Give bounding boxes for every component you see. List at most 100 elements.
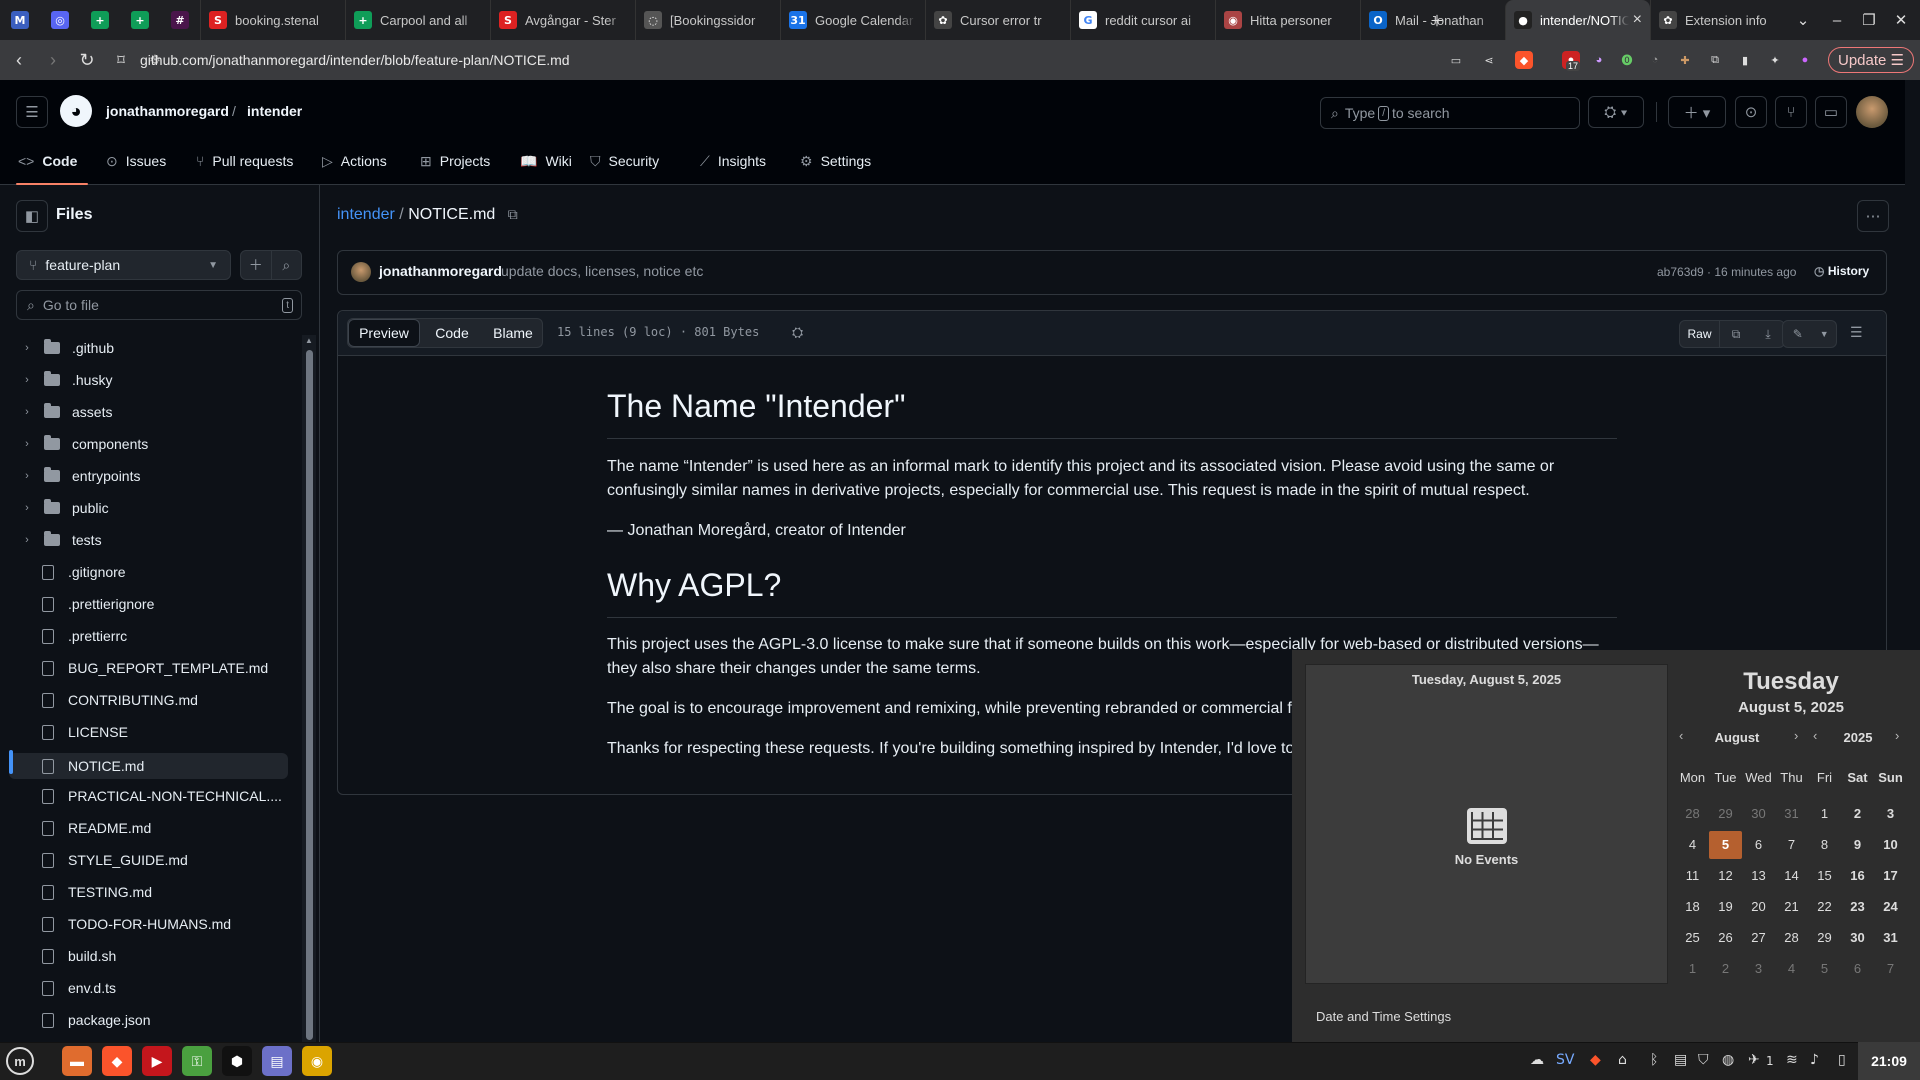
chevron-right-icon[interactable]: ›: [20, 502, 34, 514]
tab-projects[interactable]: ⊞ Projects: [420, 150, 490, 172]
copy-path-icon[interactable]: ⧉: [508, 206, 518, 222]
calendar-day[interactable]: 30: [1841, 924, 1874, 952]
copy-icon[interactable]: ⧉: [1720, 327, 1752, 342]
bookmark-icon[interactable]: ⌑: [106, 45, 136, 75]
issues-icon[interactable]: ⊙: [1735, 96, 1767, 128]
pinned-tab[interactable]: M: [0, 0, 40, 40]
text-editor-icon[interactable]: ▤: [262, 1046, 292, 1076]
calendar-day[interactable]: 4: [1676, 831, 1709, 859]
browser-tab[interactable]: ◉ Hitta personer: [1215, 0, 1360, 40]
outline-icon[interactable]: ☰: [1850, 324, 1863, 341]
pinned-tab[interactable]: #: [160, 0, 200, 40]
browser-tab[interactable]: ● intender/NOTICE.md×: [1505, 0, 1650, 40]
calendar-day[interactable]: 31: [1874, 924, 1907, 952]
bluetooth-icon[interactable]: ᛒ: [1650, 1052, 1658, 1068]
calendar-day[interactable]: 7: [1775, 831, 1808, 859]
calendar-day[interactable]: 6: [1742, 831, 1775, 859]
calendar-day[interactable]: 2: [1841, 800, 1874, 828]
author-avatar[interactable]: [351, 262, 371, 282]
tree-folder[interactable]: › .github: [0, 333, 300, 363]
tab-issues[interactable]: ⊙ Issues: [106, 150, 166, 172]
update-button[interactable]: Update ☰: [1828, 47, 1914, 73]
calendar-day[interactable]: 28: [1676, 800, 1709, 828]
tab-wiki[interactable]: 📖 Wiki: [520, 150, 572, 172]
calendar-day[interactable]: 16: [1841, 862, 1874, 890]
calendar-day[interactable]: 6: [1841, 955, 1874, 983]
repo-breadcrumb-link[interactable]: intender: [337, 206, 395, 223]
calendar-day[interactable]: 18: [1676, 893, 1709, 921]
tree-file[interactable]: env.d.ts: [0, 973, 300, 1003]
avatar[interactable]: [1856, 96, 1888, 128]
brave-tray-icon[interactable]: ◆: [1590, 1052, 1601, 1068]
browser-tab[interactable]: ◌ [Bookingssidor: [635, 0, 780, 40]
tree-folder[interactable]: › assets: [0, 397, 300, 427]
calendar-day[interactable]: 22: [1808, 893, 1841, 921]
tree-folder[interactable]: › tests: [0, 525, 300, 555]
tree-folder[interactable]: › components: [0, 429, 300, 459]
caret-down-icon[interactable]: ▼: [1812, 329, 1836, 339]
calendar-day[interactable]: 13: [1742, 862, 1775, 890]
edit-icon[interactable]: ✎: [1783, 327, 1812, 341]
browser-tab[interactable]: ✿ Cursor error tr: [925, 0, 1070, 40]
chevron-right-icon[interactable]: ›: [20, 406, 34, 418]
back-icon[interactable]: ‹: [4, 45, 34, 75]
pinned-tab[interactable]: +: [80, 0, 120, 40]
calendar-day[interactable]: 12: [1709, 862, 1742, 890]
tray-app-icon[interactable]: ◍: [1722, 1052, 1734, 1068]
calendar-day[interactable]: 1: [1808, 800, 1841, 828]
tree-file[interactable]: PRACTICAL-NON-TECHNICAL....: [0, 781, 300, 811]
calendar-day[interactable]: 31: [1775, 800, 1808, 828]
download-icon[interactable]: ⤓: [1752, 327, 1784, 342]
browser-tab[interactable]: Greddit cursor ai: [1070, 0, 1215, 40]
scroll-up-icon[interactable]: ▲: [305, 336, 313, 345]
pinned-tab[interactable]: +: [120, 0, 160, 40]
extension-icon[interactable]: ⓿: [1618, 51, 1636, 69]
tab-pull-requests[interactable]: ⑂ Pull requests: [196, 150, 293, 172]
tree-file[interactable]: .prettierrc: [0, 621, 300, 651]
tree-file[interactable]: BUG_REPORT_TEMPLATE.md: [0, 653, 300, 683]
inbox-icon[interactable]: ▭: [1815, 96, 1847, 128]
repo-owner-link[interactable]: jonathanmoregard: [106, 103, 229, 119]
pull-requests-icon[interactable]: ⑂: [1775, 96, 1807, 128]
prev-year-icon[interactable]: ‹: [1813, 728, 1817, 743]
repo-name-link[interactable]: intender: [247, 103, 302, 119]
tab-settings[interactable]: ⚙ Settings: [800, 150, 871, 172]
terminal-icon[interactable]: ▶: [142, 1046, 172, 1076]
notifications-icon[interactable]: ✈: [1748, 1052, 1760, 1068]
close-window-button[interactable]: ✕: [1884, 0, 1918, 40]
minimize-button[interactable]: –: [1820, 0, 1854, 40]
share-icon[interactable]: ⋖: [1480, 51, 1498, 69]
calendar-day[interactable]: 29: [1709, 800, 1742, 828]
shield-tray-icon[interactable]: ⛉: [1698, 1052, 1709, 1068]
browser-tab[interactable]: S Avgångar - Ster: [490, 0, 635, 40]
tab-insights[interactable]: ⟋ Insights: [700, 150, 766, 172]
calendar-day[interactable]: 25: [1676, 924, 1709, 952]
tree-file[interactable]: NOTICE.md: [9, 753, 288, 779]
calendar-day[interactable]: 19: [1709, 893, 1742, 921]
tree-folder[interactable]: › public: [0, 493, 300, 523]
calendar-day[interactable]: 27: [1742, 924, 1775, 952]
extension-icon[interactable]: ◔: [1646, 51, 1664, 69]
cursor-icon[interactable]: ⬢: [222, 1046, 252, 1076]
add-file-icon[interactable]: ＋: [241, 251, 272, 279]
leo-ai-icon[interactable]: ✦: [1766, 51, 1784, 69]
tree-file[interactable]: STYLE_GUIDE.md: [0, 845, 300, 875]
brave-shields-icon[interactable]: ◆: [1515, 51, 1533, 69]
tab-code[interactable]: Code: [421, 319, 483, 347]
calendar-day[interactable]: 10: [1874, 831, 1907, 859]
calendar-day[interactable]: 4: [1775, 955, 1808, 983]
calendar-day[interactable]: 15: [1808, 862, 1841, 890]
calendar-day[interactable]: 26: [1709, 924, 1742, 952]
copilot-icon[interactable]: ⛭ ▾: [1588, 96, 1644, 128]
calendar-day[interactable]: 3: [1874, 800, 1907, 828]
power-icon[interactable]: ▯: [1838, 1052, 1846, 1068]
prev-month-icon[interactable]: ‹: [1679, 728, 1683, 743]
chevron-right-icon[interactable]: ›: [20, 470, 34, 482]
next-year-icon[interactable]: ›: [1895, 728, 1899, 743]
start-menu-icon[interactable]: m: [6, 1047, 34, 1075]
search-input[interactable]: ⌕ Type / to search: [1320, 97, 1580, 129]
keyboard-layout[interactable]: SV: [1556, 1052, 1574, 1068]
calendar-day[interactable]: 5: [1808, 955, 1841, 983]
extension-icon[interactable]: ✚: [1676, 51, 1694, 69]
tree-file[interactable]: package.json: [0, 1005, 300, 1035]
